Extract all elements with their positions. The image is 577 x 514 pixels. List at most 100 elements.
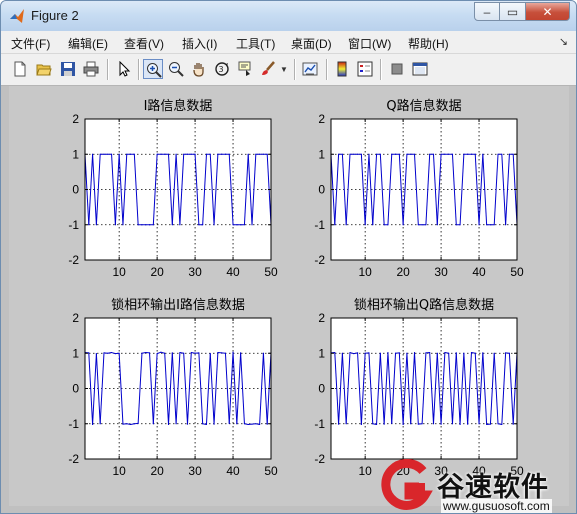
- y-tick-label: -1: [314, 417, 325, 431]
- data-point: [432, 153, 435, 155]
- print-icon[interactable]: [81, 59, 101, 79]
- data-point: [364, 352, 366, 354]
- menu-desktop[interactable]: 桌面(D): [291, 35, 332, 52]
- data-point: [508, 352, 511, 354]
- pointer-icon[interactable]: [114, 59, 134, 79]
- data-point: [444, 153, 446, 155]
- pan-icon[interactable]: [189, 59, 209, 79]
- data-point: [152, 224, 154, 226]
- data-point: [133, 423, 135, 425]
- data-point: [194, 153, 196, 155]
- data-point: [493, 352, 495, 354]
- data-point: [368, 352, 370, 354]
- data-point: [455, 224, 457, 226]
- show-plot-tools-icon[interactable]: [410, 59, 430, 79]
- data-point: [183, 352, 185, 354]
- zoom-in-icon[interactable]: [143, 59, 163, 79]
- legend-icon[interactable]: [355, 59, 375, 79]
- x-tick-label: 20: [150, 464, 164, 478]
- data-cursor-icon[interactable]: [235, 59, 255, 79]
- data-point: [512, 423, 514, 425]
- data-point: [95, 224, 97, 226]
- data-point: [186, 423, 189, 425]
- data-point: [379, 352, 381, 354]
- save-icon[interactable]: [58, 59, 78, 79]
- data-point: [501, 423, 503, 426]
- data-point: [129, 423, 132, 426]
- y-tick-label: 0: [318, 183, 325, 197]
- data-point: [497, 423, 499, 425]
- data-point: [341, 153, 343, 155]
- data-point: [368, 153, 370, 155]
- menu-window[interactable]: 窗口(W): [348, 35, 391, 52]
- new-file-icon[interactable]: [10, 59, 30, 79]
- menu-edit[interactable]: 编辑(E): [68, 35, 108, 52]
- menu-insert[interactable]: 插入(I): [182, 35, 217, 52]
- data-point: [152, 423, 154, 425]
- hide-plot-tools-icon[interactable]: [387, 59, 407, 79]
- y-tick-label: 1: [318, 346, 325, 360]
- brush-dropdown-icon[interactable]: ▼: [280, 65, 288, 74]
- brush-icon[interactable]: [258, 59, 278, 79]
- data-point: [129, 153, 132, 155]
- data-point: [262, 153, 265, 155]
- data-point: [103, 352, 105, 354]
- rotate-3d-icon[interactable]: 3: [212, 59, 232, 79]
- subplot-4: 10 20 30 40 50210-1-2锁相环输出Q路信息数据: [314, 297, 524, 478]
- data-point: [470, 153, 473, 155]
- data-point: [436, 224, 438, 226]
- data-point: [337, 423, 340, 425]
- data-point: [110, 351, 113, 354]
- data-point: [213, 423, 215, 425]
- menu-file[interactable]: 文件(F): [11, 35, 50, 52]
- data-point: [379, 153, 381, 155]
- minimize-button[interactable]: –: [474, 2, 500, 21]
- y-tick-label: 1: [72, 147, 79, 161]
- data-point: [198, 352, 200, 354]
- data-point: [167, 153, 170, 155]
- title-bar[interactable]: Figure 2 – ▭ ✕: [1, 1, 576, 31]
- data-point: [421, 423, 423, 425]
- x-tick-label: 10: [358, 464, 372, 478]
- x-tick-label: 50: [510, 265, 524, 279]
- data-point: [137, 224, 139, 226]
- data-point: [137, 422, 139, 424]
- data-point: [167, 423, 170, 426]
- data-point: [417, 423, 419, 425]
- menu-dock-arrow-icon[interactable]: ↘: [559, 35, 568, 48]
- data-point: [375, 423, 378, 426]
- data-point: [463, 352, 465, 354]
- menu-help[interactable]: 帮助(H): [408, 35, 449, 52]
- data-point: [349, 351, 351, 354]
- data-point: [334, 351, 336, 354]
- data-point: [512, 153, 514, 155]
- data-point: [266, 153, 268, 155]
- data-point: [486, 423, 488, 426]
- data-point: [190, 351, 192, 354]
- data-point: [221, 352, 223, 354]
- zoom-out-icon[interactable]: [166, 59, 186, 79]
- maximize-button[interactable]: ▭: [500, 2, 526, 21]
- matlab-logo-icon: [10, 9, 24, 23]
- data-point: [209, 353, 211, 355]
- data-point: [508, 153, 511, 155]
- data-point: [436, 352, 438, 354]
- data-point: [478, 224, 480, 226]
- data-point: [171, 352, 173, 354]
- menu-view[interactable]: 查看(V): [124, 35, 164, 52]
- data-point: [497, 153, 499, 155]
- x-tick-label: 40: [472, 265, 486, 279]
- close-button[interactable]: ✕: [526, 2, 570, 21]
- data-point: [251, 423, 253, 425]
- colorbar-icon[interactable]: [332, 59, 352, 79]
- data-point: [440, 423, 442, 425]
- subplot-title: I路信息数据: [144, 98, 213, 114]
- data-point: [133, 153, 135, 155]
- data-point: [213, 224, 215, 226]
- link-plot-icon[interactable]: [300, 59, 320, 79]
- data-point: [232, 351, 234, 353]
- open-folder-icon[interactable]: [34, 59, 54, 79]
- menu-tools[interactable]: 工具(T): [236, 35, 275, 52]
- data-point: [391, 422, 393, 424]
- data-point: [459, 423, 461, 426]
